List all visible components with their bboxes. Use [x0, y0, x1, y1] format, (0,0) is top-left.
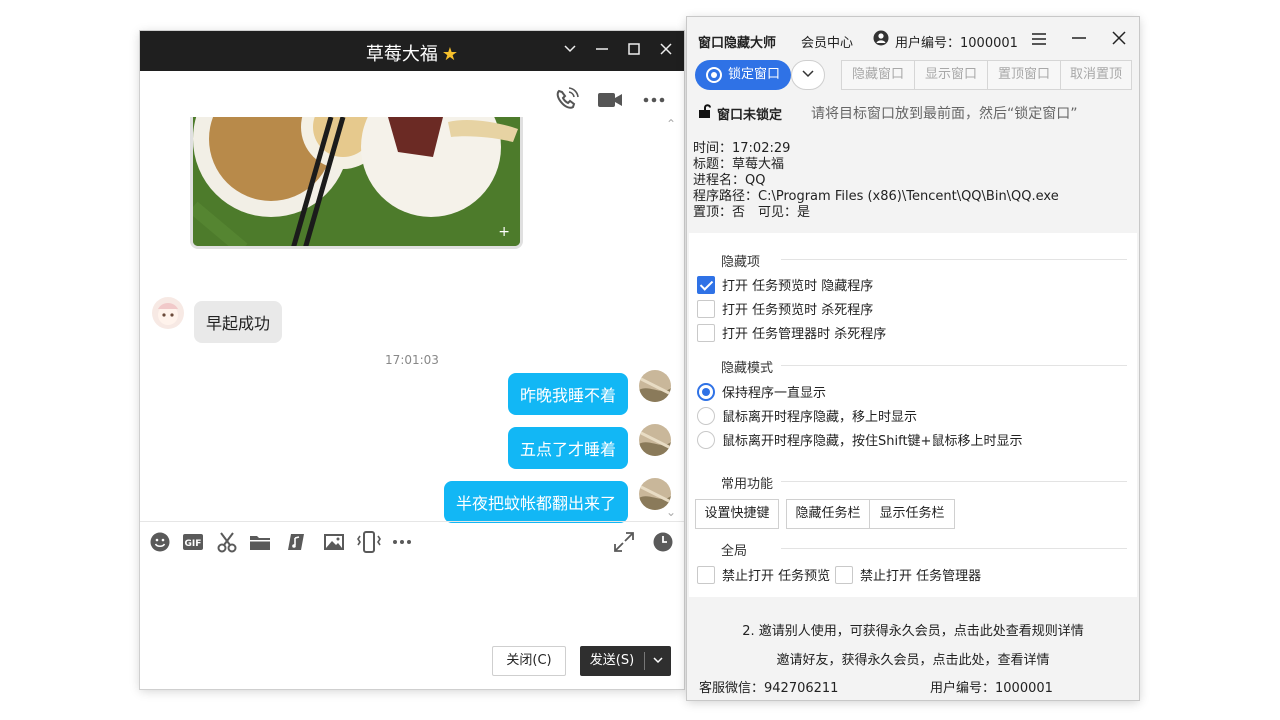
- send-button[interactable]: 发送(S): [580, 646, 671, 676]
- lock-hint: 请将目标窗口放到最前面，然后“锁定窗口”: [811, 106, 1078, 122]
- divider: [781, 259, 1127, 260]
- member-center-link[interactable]: 会员中心: [801, 32, 853, 51]
- folder-icon[interactable]: [249, 531, 271, 553]
- lock-window-button[interactable]: 锁定窗口: [695, 60, 791, 90]
- chat-window: 草莓大福 ★ ⌃ + 早起成功 17:01:03 昨晚我睡不着 五点了才睡着 半…: [140, 31, 684, 689]
- more-tools-icon[interactable]: [391, 531, 413, 553]
- section-common: 常用功能: [721, 477, 774, 492]
- checkbox[interactable]: [697, 299, 715, 318]
- divider: [140, 521, 684, 522]
- chevron-down-icon[interactable]: [560, 41, 580, 61]
- app-title: 窗口隐藏大师: [698, 36, 777, 51]
- music-icon[interactable]: [285, 531, 307, 553]
- close-button[interactable]: 关闭(C): [492, 646, 566, 676]
- unpin-window-button[interactable]: 取消置顶: [1060, 60, 1132, 90]
- minimize-icon[interactable]: [592, 41, 612, 61]
- scroll-up-icon[interactable]: ⌃: [666, 117, 676, 131]
- user-icon: [873, 30, 889, 50]
- scroll-down-icon[interactable]: ⌄: [666, 505, 676, 519]
- show-window-button[interactable]: 显示窗口: [914, 60, 988, 90]
- hide-mode-option[interactable]: 鼠标离开时程序隐藏，移上时显示: [697, 406, 917, 425]
- info-flags: 置顶：否 可见：是: [693, 205, 811, 220]
- close-icon[interactable]: [656, 41, 676, 61]
- send-button-label: 发送(S): [589, 653, 635, 668]
- support-wechat: 客服微信：942706211: [699, 681, 839, 696]
- radio-button[interactable]: [697, 406, 715, 425]
- scissors-icon[interactable]: [216, 531, 238, 553]
- emoji-icon[interactable]: [149, 531, 171, 553]
- checkbox[interactable]: [835, 565, 853, 584]
- target-icon: [706, 67, 722, 83]
- divider: [781, 481, 1127, 482]
- window-hider-app: 窗口隐藏大师 会员中心 用户编号：1000001 锁定窗口 隐藏窗口 显示窗口 …: [687, 17, 1139, 700]
- message-bubble-received[interactable]: 早起成功: [194, 301, 283, 343]
- message-bubble-sent[interactable]: 五点了才睡着: [507, 427, 628, 469]
- footer-user-id: 用户编号：1000001: [930, 681, 1053, 696]
- message-list[interactable]: ⌃ + 早起成功 17:01:03 昨晚我睡不着 五点了才睡着 半夜把蚊帐都翻出…: [140, 117, 684, 523]
- lock-options-dropdown[interactable]: [791, 60, 825, 90]
- history-clock-icon[interactable]: [652, 531, 674, 553]
- global-option[interactable]: 禁止打开 任务管理器: [835, 565, 981, 584]
- lock-status: 窗口未锁定: [697, 103, 782, 123]
- expand-icon[interactable]: [613, 531, 635, 553]
- food-photo[interactable]: +: [190, 117, 523, 249]
- more-icon[interactable]: [641, 87, 667, 113]
- avatar[interactable]: [152, 297, 184, 329]
- user-id-header: 用户编号：1000001: [895, 36, 1018, 51]
- hide-window-button[interactable]: 隐藏窗口: [841, 60, 915, 90]
- gif-icon[interactable]: GIF: [182, 531, 204, 553]
- checkbox[interactable]: [697, 275, 715, 294]
- info-process: 进程名：QQ: [693, 173, 766, 188]
- window-info: 时间：17:02:29 标题：草莓大福 进程名：QQ 程序路径：C:\Progr…: [693, 141, 1059, 221]
- divider: [644, 652, 645, 670]
- checkbox[interactable]: [697, 565, 715, 584]
- show-taskbar-button[interactable]: 显示任务栏: [869, 499, 955, 529]
- menu-icon[interactable]: [1028, 29, 1050, 51]
- expand-image-icon[interactable]: +: [498, 224, 510, 240]
- chat-titlebar[interactable]: 草莓大福 ★: [140, 31, 684, 71]
- hide-item-option[interactable]: 打开 任务管理器时 杀死程序: [697, 323, 886, 342]
- close-icon[interactable]: [1108, 29, 1130, 51]
- section-hide-items: 隐藏项: [721, 255, 761, 270]
- radio-button[interactable]: [697, 382, 715, 401]
- pin-window-button[interactable]: 置顶窗口: [987, 60, 1061, 90]
- message-bubble-sent[interactable]: 半夜把蚊帐都翻出来了: [443, 481, 628, 523]
- hide-item-option[interactable]: 打开 任务预览时 杀死程序: [697, 299, 873, 318]
- message-timestamp: 17:01:03: [385, 353, 439, 367]
- hide-item-option[interactable]: 打开 任务预览时 隐藏程序: [697, 275, 873, 294]
- hide-mode-option[interactable]: 保持程序一直显示: [697, 382, 826, 401]
- set-hotkey-button[interactable]: 设置快捷键: [695, 499, 779, 529]
- section-hide-mode: 隐藏模式: [721, 361, 774, 376]
- checkbox[interactable]: [697, 323, 715, 342]
- divider: [781, 548, 1127, 549]
- info-title: 标题：草莓大福: [693, 157, 785, 172]
- divider: [781, 365, 1127, 366]
- image-icon[interactable]: [323, 531, 345, 553]
- global-option[interactable]: 禁止打开 任务预览: [697, 565, 830, 584]
- avatar[interactable]: [639, 370, 671, 402]
- svg-text:GIF: GIF: [185, 539, 202, 549]
- minimize-icon[interactable]: [1068, 29, 1090, 51]
- section-global: 全局: [721, 544, 748, 559]
- unlock-icon: [697, 103, 713, 123]
- star-icon: ★: [441, 44, 459, 65]
- hide-taskbar-button[interactable]: 隐藏任务栏: [786, 499, 870, 529]
- maximize-icon[interactable]: [624, 41, 644, 61]
- radio-button[interactable]: [697, 430, 715, 449]
- avatar[interactable]: [639, 424, 671, 456]
- invite-rule-link[interactable]: 2. 邀请别人使用，可获得永久会员，点击此处查看规则详情: [687, 620, 1139, 639]
- video-call-icon[interactable]: [597, 87, 623, 113]
- hide-mode-option[interactable]: 鼠标离开时程序隐藏，按住Shift键+鼠标移上时显示: [697, 430, 1022, 449]
- phone-icon[interactable]: [553, 87, 579, 113]
- shake-icon[interactable]: [356, 531, 381, 553]
- settings-panel: 隐藏项 打开 任务预览时 隐藏程序 打开 任务预览时 杀死程序 打开 任务管理器…: [689, 233, 1137, 597]
- invite-friend-link[interactable]: 邀请好友，获得永久会员，点击此处，查看详情: [687, 649, 1139, 668]
- chevron-down-icon[interactable]: [646, 646, 670, 676]
- info-time: 时间：17:02:29: [693, 141, 791, 156]
- message-bubble-sent[interactable]: 昨晚我睡不着: [507, 373, 628, 415]
- info-path: 程序路径：C:\Program Files (x86)\Tencent\QQ\B…: [693, 189, 1059, 204]
